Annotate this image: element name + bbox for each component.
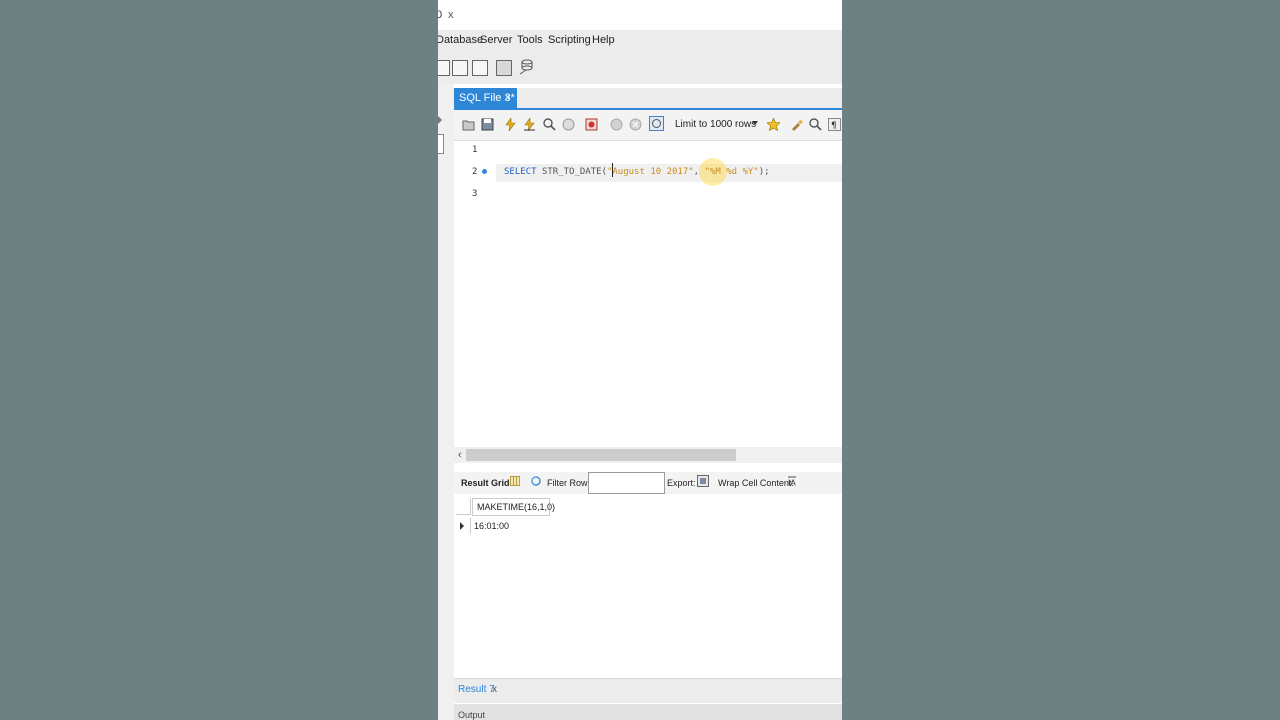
result-grid: MAKETIME(16,1,0) 16:01:00 <box>454 496 842 676</box>
sql-statement[interactable]: SELECT STR_TO_DATE("August 10 2017", "%M… <box>504 167 770 177</box>
title-partial-text: 0 <box>438 9 443 21</box>
scrollbar-thumb[interactable] <box>466 449 736 461</box>
add-snippet-icon[interactable] <box>767 118 780 131</box>
sql-function: STR_TO_DATE( <box>541 167 607 177</box>
result-toolbar: Result Grid Filter Rows: Export: Wrap Ce… <box>454 472 842 494</box>
line-number-1: 1 <box>472 145 478 155</box>
column-header-label: MAKETIME(16,1,0) <box>477 502 556 512</box>
beautify-icon[interactable] <box>790 118 803 131</box>
save-icon[interactable] <box>481 118 494 131</box>
execute-icon[interactable] <box>504 118 517 131</box>
result-tabs: Result 7 x <box>454 678 842 703</box>
limit-rows-select[interactable]: Limit to 1000 rows <box>675 119 756 130</box>
tab-sql-file-3[interactable]: SQL File 3* x <box>454 88 517 108</box>
sql-keyword: SELECT <box>504 167 537 177</box>
svg-text:¶: ¶ <box>831 121 837 131</box>
toggle-error-icon[interactable] <box>585 118 598 131</box>
menu-tools[interactable]: Tools <box>517 34 543 46</box>
tab-result-7[interactable]: Result 7 <box>458 684 495 695</box>
sql-tail: ); <box>758 167 770 177</box>
output-panel-header[interactable]: Output <box>454 704 842 720</box>
export-icon[interactable] <box>697 475 709 487</box>
editor-toolbar: Limit to 1000 rows ¶ <box>454 110 842 141</box>
open-file-icon[interactable] <box>462 118 475 131</box>
menu-scripting[interactable]: Scripting <box>548 34 591 46</box>
grid-icon[interactable] <box>510 476 520 486</box>
sql-editor[interactable]: 1 2 3 SELECT STR_TO_DATE("August 10 2017… <box>454 141 842 447</box>
line-number-2: 2 <box>472 167 478 177</box>
column-header[interactable]: MAKETIME(16,1,0) <box>472 498 555 516</box>
inspector-icon[interactable] <box>496 60 512 76</box>
sql-string-arg1: "August 10 2017" <box>606 167 694 177</box>
svg-text:IA: IA <box>788 479 796 487</box>
chevron-down-icon[interactable] <box>752 121 758 125</box>
invisible-chars-icon[interactable]: ¶ <box>828 118 841 131</box>
wrap-cell-content-label: Wrap Cell Content: <box>718 478 794 488</box>
grid-corner <box>456 498 471 515</box>
menu-bar: Database Server Tools Scripting Help <box>438 30 842 52</box>
output-label: Output <box>458 710 486 720</box>
navigator-edge-box <box>438 134 444 154</box>
editor-horizontal-scrollbar[interactable]: ‹ <box>454 447 842 463</box>
line-number-3: 3 <box>472 189 478 199</box>
new-table-icon[interactable] <box>452 60 468 76</box>
reconnect-icon[interactable] <box>518 58 534 76</box>
editor-tab-row: SQL File 3* x <box>454 88 842 110</box>
autocommit-icon[interactable] <box>649 116 664 131</box>
explain-icon[interactable] <box>543 118 556 131</box>
sql-string-arg2: "%M %d %Y" <box>704 167 759 177</box>
export-label: Export: <box>667 478 696 488</box>
collapse-arrow-icon[interactable] <box>438 116 442 124</box>
execute-current-icon[interactable] <box>523 118 536 131</box>
find-icon[interactable] <box>809 118 822 131</box>
main-toolbar <box>438 52 842 84</box>
menu-server[interactable]: Server <box>480 34 512 46</box>
scroll-left-icon[interactable]: ‹ <box>458 449 462 461</box>
left-panel-edge <box>438 84 454 720</box>
result-grid-button[interactable]: Result Grid <box>461 478 510 488</box>
menu-database[interactable]: Database <box>438 34 483 46</box>
tab-close-icon[interactable]: x <box>505 92 510 103</box>
sql-separator: , <box>693 167 705 177</box>
text-cursor <box>612 163 613 177</box>
new-schema-icon[interactable] <box>438 60 450 76</box>
title-bar: 0 x <box>438 0 842 30</box>
stop-icon[interactable] <box>562 118 575 131</box>
row-selector[interactable] <box>456 518 471 534</box>
filter-rows-input[interactable] <box>588 472 665 494</box>
refresh-icon[interactable] <box>531 476 541 486</box>
current-row-icon <box>460 522 464 530</box>
rollback-icon[interactable] <box>629 118 642 131</box>
wrap-text-icon[interactable]: IA <box>787 476 797 486</box>
commit-icon[interactable] <box>610 118 623 131</box>
new-view-icon[interactable] <box>472 60 488 76</box>
workbench-window: 0 x Database Server Tools Scripting Help… <box>438 0 842 720</box>
statement-marker-icon <box>482 169 487 174</box>
menu-help[interactable]: Help <box>592 34 615 46</box>
window-tab-close-icon[interactable]: x <box>448 9 454 21</box>
result-cell[interactable]: 16:01:00 <box>474 521 509 531</box>
result-tab-close-icon[interactable]: x <box>492 684 497 695</box>
